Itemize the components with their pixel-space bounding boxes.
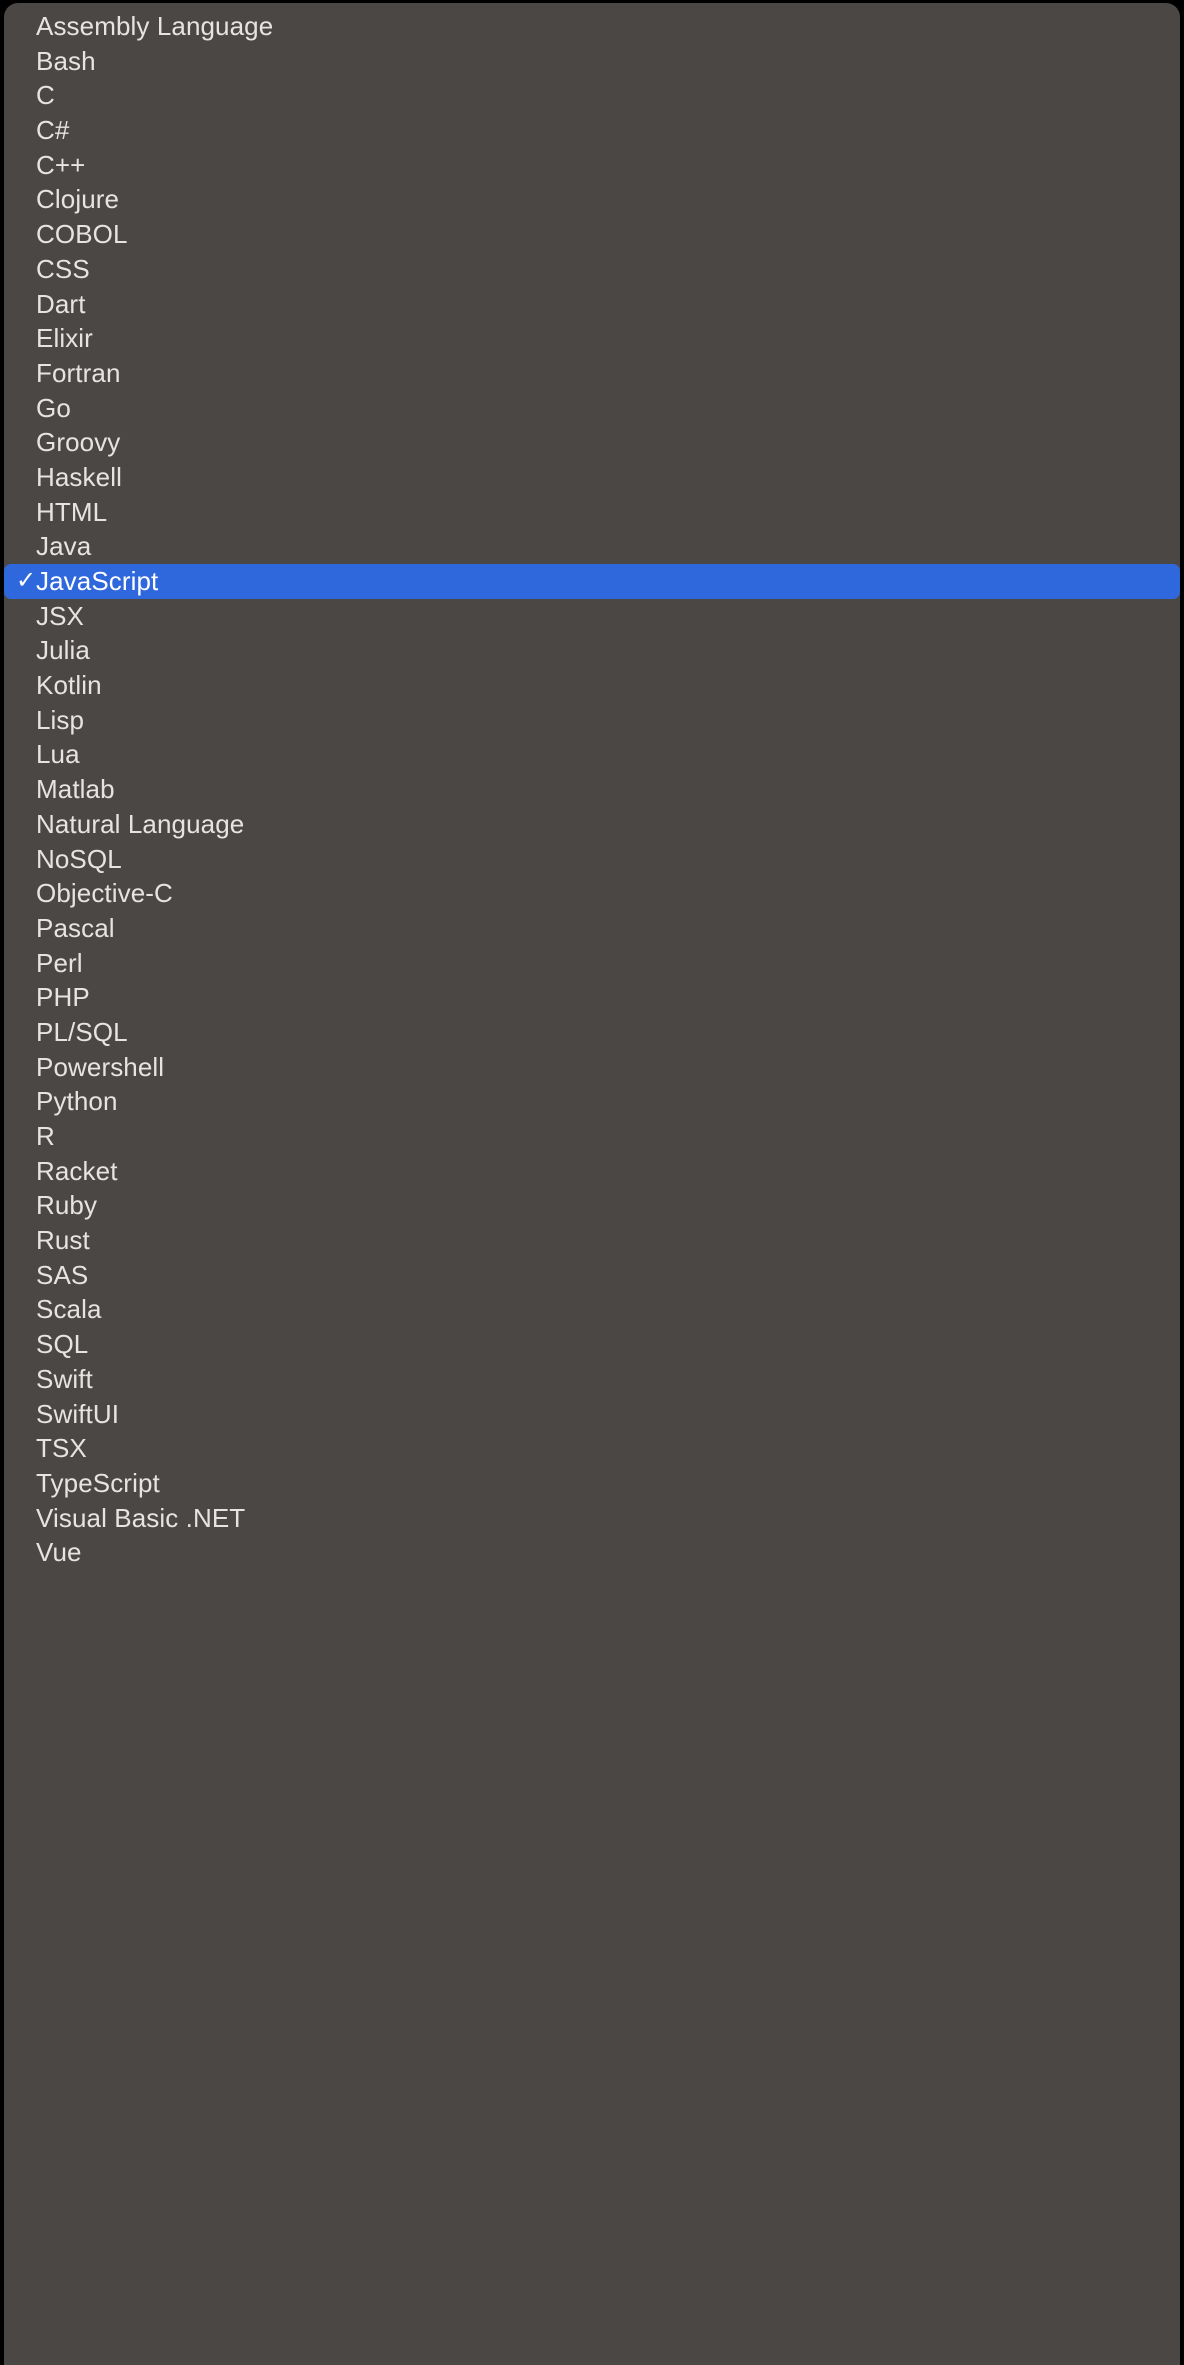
menu-item-label: Natural Language — [36, 808, 245, 839]
menu-item-swift[interactable]: ✓Swift — [4, 1362, 1180, 1397]
menu-item-label: Groovy — [36, 427, 121, 458]
menu-item-label: COBOL — [36, 219, 128, 250]
menu-item-label: Racket — [36, 1155, 118, 1186]
menu-item-bash[interactable]: ✓Bash — [4, 44, 1180, 79]
menu-item-jsx[interactable]: ✓JSX — [4, 599, 1180, 634]
menu-item-label: SwiftUI — [36, 1398, 120, 1429]
menu-item-label: PHP — [36, 982, 90, 1013]
dropdown-menu-overlay: ✓Assembly Language✓Bash✓C✓C#✓C++✓Clojure… — [0, 0, 1184, 2365]
menu-item-haskell[interactable]: ✓Haskell — [4, 460, 1180, 495]
menu-item-label: TSX — [36, 1433, 87, 1464]
menu-item-label: JavaScript — [36, 566, 159, 596]
menu-item-label: Bash — [36, 45, 96, 76]
menu-item-label: Perl — [36, 947, 83, 978]
menu-item-visual-basic-net[interactable]: ✓Visual Basic .NET — [4, 1501, 1180, 1536]
menu-item-label: Assembly Language — [36, 11, 274, 41]
menu-item-racket[interactable]: ✓Racket — [4, 1154, 1180, 1189]
menu-item-label: C# — [36, 115, 70, 146]
menu-item-label: Clojure — [36, 184, 120, 215]
menu-item-label: R — [36, 1121, 55, 1151]
menu-item-label: SAS — [36, 1259, 89, 1290]
menu-item-javascript[interactable]: ✓ JavaScript — [4, 564, 1180, 599]
menu-item-ruby[interactable]: ✓Ruby — [4, 1188, 1180, 1223]
menu-item-label: Java — [36, 531, 92, 562]
menu-item-python[interactable]: ✓Python — [4, 1084, 1180, 1119]
menu-item-elixir[interactable]: ✓Elixir — [4, 321, 1180, 356]
menu-item-label: Matlab — [36, 774, 115, 805]
menu-item-sql[interactable]: ✓SQL — [4, 1327, 1180, 1362]
menu-item-css[interactable]: ✓CSS — [4, 252, 1180, 287]
menu-item-label: Swift — [36, 1363, 93, 1394]
menu-item-julia[interactable]: ✓Julia — [4, 633, 1180, 668]
language-dropdown-panel: ✓Assembly Language✓Bash✓C✓C#✓C++✓Clojure… — [4, 3, 1180, 2365]
menu-item-label: Elixir — [36, 323, 93, 354]
menu-item-label: C — [36, 80, 55, 111]
menu-item-label: Julia — [36, 635, 90, 666]
menu-item-label: Pascal — [36, 912, 115, 943]
menu-item-label: Objective-C — [36, 878, 173, 909]
menu-item-label: Lisp — [36, 704, 85, 735]
menu-item-label: HTML — [36, 496, 108, 527]
menu-item-cobol[interactable]: ✓COBOL — [4, 217, 1180, 252]
menu-item-kotlin[interactable]: ✓Kotlin — [4, 668, 1180, 703]
menu-item-label: Visual Basic .NET — [36, 1502, 246, 1533]
menu-item-natural-language[interactable]: ✓Natural Language — [4, 807, 1180, 842]
menu-item-label: NoSQL — [36, 843, 122, 874]
menu-item-label: JSX — [36, 600, 84, 631]
checkmark-icon: ✓ — [16, 567, 37, 595]
menu-item-label: CSS — [36, 253, 90, 284]
menu-item-vue[interactable]: ✓Vue — [4, 1535, 1180, 1570]
menu-item-typescript[interactable]: ✓TypeScript — [4, 1466, 1180, 1501]
menu-item-label: Vue — [36, 1537, 82, 1568]
menu-item-nosql[interactable]: ✓NoSQL — [4, 842, 1180, 877]
menu-item-sas[interactable]: ✓SAS — [4, 1258, 1180, 1293]
menu-item-r[interactable]: ✓R — [4, 1119, 1180, 1154]
menu-item-tsx[interactable]: ✓TSX — [4, 1431, 1180, 1466]
menu-item-label: TypeScript — [36, 1467, 160, 1498]
menu-item-c[interactable]: ✓C# — [4, 113, 1180, 148]
menu-item-perl[interactable]: ✓Perl — [4, 946, 1180, 981]
menu-item-pascal[interactable]: ✓Pascal — [4, 911, 1180, 946]
menu-item-label: Powershell — [36, 1051, 165, 1082]
menu-item-label: Rust — [36, 1225, 90, 1256]
menu-item-html[interactable]: ✓HTML — [4, 495, 1180, 530]
language-option-list: ✓Assembly Language✓Bash✓C✓C#✓C++✓Clojure… — [4, 9, 1180, 1570]
menu-item-rust[interactable]: ✓Rust — [4, 1223, 1180, 1258]
menu-item-label: C++ — [36, 149, 86, 180]
menu-item-pl-sql[interactable]: ✓PL/SQL — [4, 1015, 1180, 1050]
menu-item-dart[interactable]: ✓Dart — [4, 287, 1180, 322]
menu-item-scala[interactable]: ✓Scala — [4, 1292, 1180, 1327]
menu-item-label: SQL — [36, 1329, 89, 1360]
menu-item-groovy[interactable]: ✓Groovy — [4, 425, 1180, 460]
menu-item-c[interactable]: ✓C++ — [4, 148, 1180, 183]
menu-item-assembly-language[interactable]: ✓Assembly Language — [4, 9, 1180, 44]
menu-item-label: Fortran — [36, 357, 121, 388]
menu-item-lua[interactable]: ✓Lua — [4, 737, 1180, 772]
menu-item-java[interactable]: ✓Java — [4, 529, 1180, 564]
menu-item-label: Kotlin — [36, 670, 102, 701]
menu-item-objective-c[interactable]: ✓Objective-C — [4, 876, 1180, 911]
menu-item-c[interactable]: ✓C — [4, 78, 1180, 113]
menu-item-swiftui[interactable]: ✓SwiftUI — [4, 1397, 1180, 1432]
menu-item-matlab[interactable]: ✓Matlab — [4, 772, 1180, 807]
menu-item-go[interactable]: ✓Go — [4, 391, 1180, 426]
menu-item-clojure[interactable]: ✓Clojure — [4, 182, 1180, 217]
menu-item-php[interactable]: ✓PHP — [4, 980, 1180, 1015]
menu-item-label: Scala — [36, 1294, 102, 1325]
menu-item-powershell[interactable]: ✓Powershell — [4, 1050, 1180, 1085]
menu-item-lisp[interactable]: ✓Lisp — [4, 703, 1180, 738]
menu-item-label: PL/SQL — [36, 1016, 128, 1047]
menu-item-label: Ruby — [36, 1190, 98, 1221]
menu-item-label: Dart — [36, 288, 86, 319]
menu-item-fortran[interactable]: ✓Fortran — [4, 356, 1180, 391]
menu-item-label: Haskell — [36, 461, 122, 492]
menu-item-label: Python — [36, 1086, 118, 1117]
menu-item-label: Go — [36, 392, 71, 423]
menu-item-label: Lua — [36, 739, 80, 770]
